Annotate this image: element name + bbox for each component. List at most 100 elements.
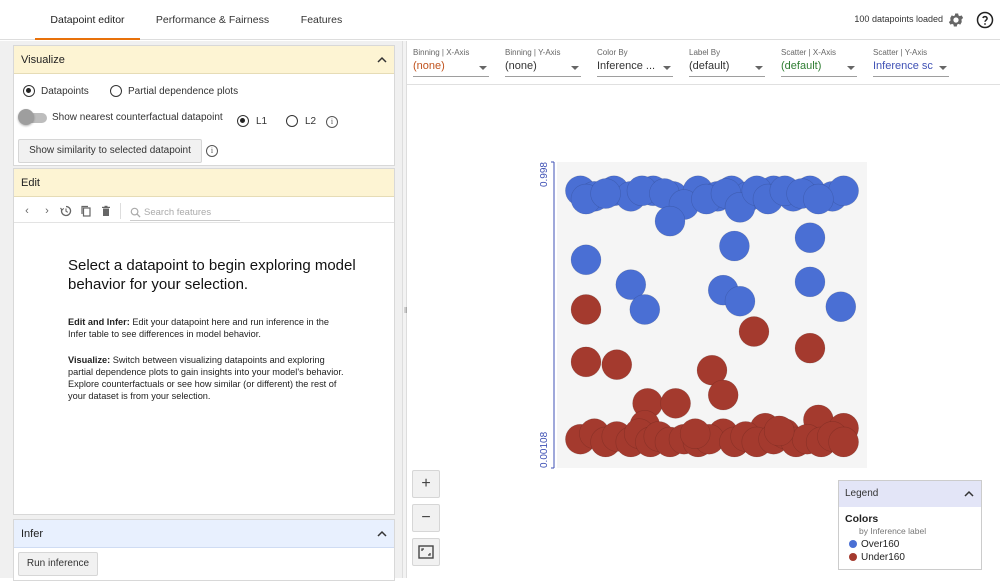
infer-panel: Infer Run inference (13, 519, 395, 581)
datapoint-under160[interactable] (570, 294, 602, 325)
counterfactual-toggle-knob[interactable] (18, 109, 34, 125)
tab-datapoint-editor[interactable]: Datapoint editor (35, 0, 140, 40)
zoom-in-button[interactable]: + (412, 470, 440, 498)
binning-x-value[interactable]: (none) (413, 60, 489, 77)
zoom-out-button[interactable]: − (412, 504, 440, 532)
datapoint-under160[interactable] (660, 388, 691, 419)
chevron-up-icon[interactable] (377, 530, 387, 537)
datapoints-loaded-status: 100 datapoints loaded (854, 14, 943, 24)
radio-l1[interactable] (237, 115, 249, 127)
edit-header: Edit (14, 169, 394, 197)
datapoint-over160[interactable] (570, 244, 602, 276)
label-by-value[interactable]: (default) (689, 60, 765, 77)
fit-screen-icon (418, 545, 434, 559)
binning-y-value-text: (none) (505, 60, 537, 72)
visualize-panel: Visualize Datapoints Partial dependence … (13, 45, 395, 166)
legend-subtitle: by Inference label (859, 526, 927, 536)
datapoint-under160[interactable] (570, 346, 602, 378)
datapoint-under160[interactable] (601, 349, 633, 380)
datapoint-over160[interactable] (654, 205, 686, 237)
datapoint-under160[interactable] (738, 316, 770, 347)
scatter-y-select[interactable]: Scatter | Y-Axis Inference sc (873, 48, 949, 77)
infer-header[interactable]: Infer (14, 520, 394, 548)
binning-y-value[interactable]: (none) (505, 60, 581, 77)
legend-header[interactable]: Legend (839, 481, 981, 507)
datapoint-under160[interactable] (679, 418, 711, 449)
y-axis-label-bottom: 0.00108 (539, 431, 550, 468)
edit-toolbar-divider (14, 222, 394, 223)
legend-title: Colors (845, 513, 879, 525)
edit-title: Edit (21, 177, 40, 189)
binning-x-select[interactable]: Binning | X-Axis (none) (413, 48, 489, 77)
datapoint-under160[interactable] (707, 379, 739, 411)
run-inference-button[interactable]: Run inference (18, 552, 98, 576)
search-icon (130, 207, 141, 218)
dropdown-arrow-icon (939, 66, 947, 70)
datapoint-over160[interactable] (629, 294, 661, 325)
datapoint-over160[interactable] (794, 222, 826, 254)
select-datapoint-message: Select a datapoint to begin exploring mo… (68, 257, 356, 293)
datapoint-under160[interactable] (763, 415, 795, 447)
scatter-y-value[interactable]: Inference sc (873, 60, 949, 77)
edit-infer-bold: Edit and Infer: (68, 317, 130, 327)
binning-y-select[interactable]: Binning | Y-Axis (none) (505, 48, 581, 77)
chevron-up-icon[interactable] (377, 56, 387, 63)
visualize-title: Visualize (21, 54, 65, 66)
radio-datapoints[interactable] (23, 85, 35, 97)
dropdown-arrow-icon (479, 66, 487, 70)
scatter-x-value[interactable]: (default) (781, 60, 857, 77)
search-features-input[interactable]: Search features (130, 205, 240, 221)
toolbar-divider (120, 203, 121, 219)
binning-y-label: Binning | Y-Axis (505, 48, 561, 57)
radio-partial-dependence[interactable] (110, 85, 122, 97)
legend-panel: Legend Colors by Inference label Over160… (838, 480, 982, 570)
dropdown-arrow-icon (571, 66, 579, 70)
help-icon[interactable] (976, 11, 994, 29)
label-by-label: Label By (689, 48, 721, 57)
legend-label-under160: Under160 (861, 552, 905, 563)
datapoint-under160[interactable] (828, 426, 859, 458)
visualize-help: Visualize: Switch between visualizing da… (68, 354, 348, 402)
back-icon[interactable]: ‹ (21, 205, 33, 217)
visualize-header[interactable]: Visualize (14, 46, 394, 74)
color-by-label: Color By (597, 48, 628, 57)
history-icon[interactable] (60, 205, 72, 217)
datapoint-over160[interactable] (590, 178, 621, 209)
scatter-plot[interactable]: 0.998 0.00108 (527, 146, 877, 486)
chevron-up-icon[interactable] (964, 490, 974, 497)
scatter-x-value-text: (default) (781, 60, 822, 72)
color-by-select[interactable]: Color By Inference ... (597, 48, 673, 77)
color-by-value[interactable]: Inference ... (597, 60, 673, 77)
edit-infer-help: Edit and Infer: Edit your datapoint here… (68, 316, 348, 340)
gear-icon[interactable] (947, 11, 965, 29)
legend-dot-under160 (849, 553, 857, 561)
color-by-value-text: Inference ... (597, 60, 656, 72)
edit-panel: Edit ‹ › Search features Select a datapo… (13, 168, 395, 515)
datapoint-under160[interactable] (794, 332, 826, 364)
forward-icon[interactable]: › (41, 205, 53, 217)
scatter-x-select[interactable]: Scatter | X-Axis (default) (781, 48, 857, 77)
copy-icon[interactable] (80, 205, 92, 217)
label-by-select[interactable]: Label By (default) (689, 48, 765, 77)
radio-l2[interactable] (286, 115, 298, 127)
radio-l2-label: L2 (305, 116, 317, 127)
datapoint-over160[interactable] (794, 266, 826, 298)
legend-header-label: Legend (845, 488, 879, 499)
legend-item-under160: Under160 (849, 552, 905, 563)
similarity-info-icon[interactable]: i (206, 145, 218, 157)
delete-icon[interactable] (100, 205, 112, 217)
datapoint-over160[interactable] (719, 230, 750, 262)
legend-label-over160: Over160 (861, 539, 900, 550)
y-axis-label-top: 0.998 (539, 162, 550, 187)
counterfactual-label: Show nearest counterfactual datapoint (52, 112, 223, 123)
datapoint-over160[interactable] (825, 291, 857, 323)
fit-to-screen-button[interactable] (412, 538, 440, 566)
datapoint-over160[interactable] (803, 183, 834, 215)
distance-info-icon[interactable]: i (326, 116, 338, 128)
tab-features[interactable]: Features (290, 0, 353, 40)
show-similarity-button[interactable]: Show similarity to selected datapoint (18, 139, 202, 163)
scatter-x-label: Scatter | X-Axis (781, 48, 836, 57)
tab-performance-fairness[interactable]: Performance & Fairness (150, 0, 275, 40)
datapoint-over160[interactable] (724, 285, 756, 317)
legend-item-over160: Over160 (849, 539, 899, 550)
